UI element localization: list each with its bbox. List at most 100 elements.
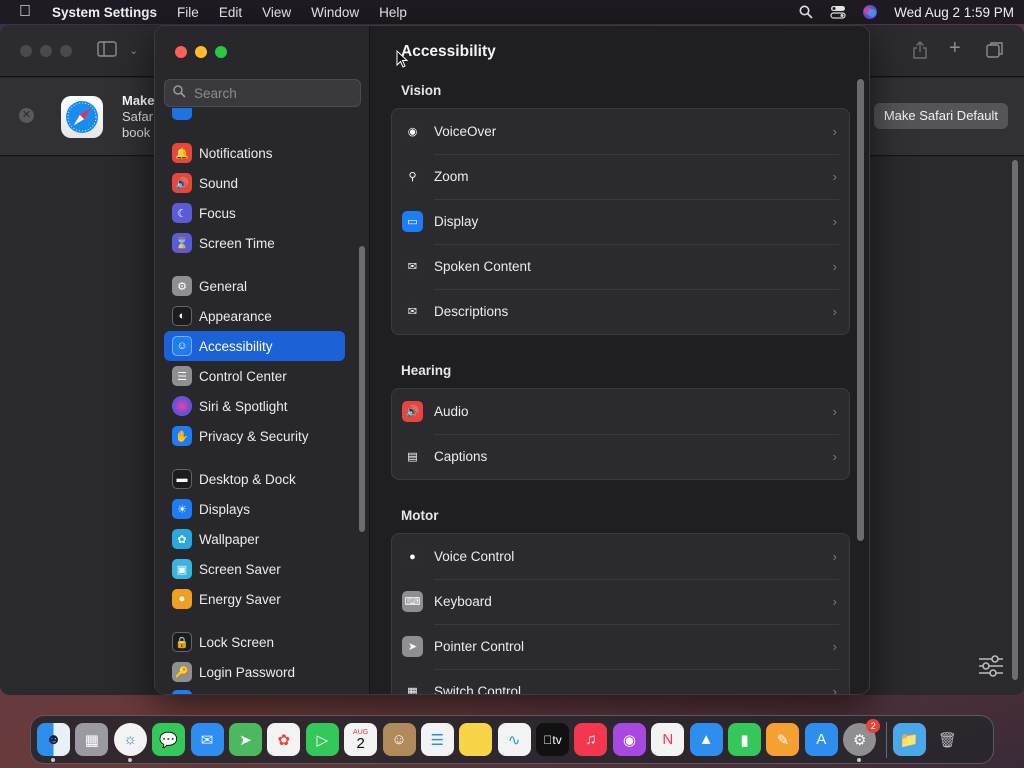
menu-view[interactable]: View [262, 5, 291, 20]
settings-icon[interactable]: ⚙ 2 [843, 719, 881, 762]
keynote-icon[interactable]: ▲ [689, 723, 723, 756]
sidebar-item-label: Control Center [199, 368, 287, 384]
finder-icon[interactable]: ☻ [37, 723, 70, 762]
sidebar-item-general[interactable]: ⚙ General [164, 271, 345, 301]
appstore-icon[interactable]: A [804, 723, 838, 756]
row-captions[interactable]: ▤ Captions › [392, 434, 849, 479]
menu-window[interactable]: Window [311, 5, 359, 20]
search-icon [173, 85, 186, 101]
minimize-button[interactable] [195, 46, 207, 58]
zoom-button[interactable] [215, 46, 227, 58]
person-lock-icon: 🔑 [172, 662, 192, 682]
sidebar-item-focus[interactable]: ☾ Focus [164, 198, 345, 228]
banner-close-icon[interactable]: ✕ [19, 108, 34, 123]
sidebar-item-appearance[interactable]: ◐ Appearance [164, 301, 345, 331]
numbers-icon[interactable]: ▮ [728, 723, 762, 756]
row-voiceover[interactable]: ◉ VoiceOver › [392, 109, 849, 154]
row-switch-control[interactable]: ▦ Switch Control › [392, 669, 849, 694]
sidebar-item-control-center[interactable]: ☰ Control Center [164, 361, 345, 391]
menu-edit[interactable]: Edit [219, 5, 242, 20]
podcasts-icon[interactable]: ◉ [612, 723, 646, 756]
trash-icon[interactable]: 🗑 [931, 723, 964, 756]
safari-scrollbar[interactable] [1012, 160, 1018, 680]
zoom-button[interactable] [60, 45, 72, 57]
contacts-icon[interactable]: ☺ [382, 723, 416, 756]
hourglass-icon: ⌛ [172, 233, 192, 253]
sidebar-item-sound[interactable]: 🔊 Sound [164, 168, 345, 198]
customize-icon[interactable] [978, 655, 1004, 680]
facetime-icon[interactable]: ▷ [305, 723, 339, 756]
sidebar-item-siri-spotlight[interactable]: Siri & Spotlight [164, 391, 345, 421]
sidebar-item-label: Displays [199, 501, 251, 517]
make-safari-default-button[interactable]: Make Safari Default [873, 103, 1008, 129]
row-pointer-control[interactable]: ➤ Pointer Control › [392, 624, 849, 669]
bell-icon: 🔔 [172, 143, 192, 163]
menu-file[interactable]: File [177, 5, 199, 20]
sidebar-item-notifications[interactable]: 🔔 Notifications [164, 138, 345, 168]
row-audio[interactable]: 🔊 Audio › [392, 389, 849, 434]
notes-icon[interactable] [459, 723, 493, 756]
sidebar-item-accessibility[interactable]: ☺ Accessibility [164, 331, 345, 361]
new-tab-icon[interactable]: + [949, 37, 961, 60]
launchpad-icon[interactable]: ▦ [75, 723, 109, 756]
sidebar-item-login-password[interactable]: 🔑 Login Password [164, 657, 345, 687]
row-voice-control[interactable]: ● Voice Control › [392, 534, 849, 579]
hearing-group: 🔊 Audio › ▤ Captions › [391, 388, 850, 480]
row-keyboard[interactable]: ⌨ Keyboard › [392, 579, 849, 624]
tab-overview-icon[interactable] [986, 41, 1004, 64]
news-icon[interactable]: N [651, 723, 685, 756]
messages-icon[interactable]: 💬 [152, 723, 186, 756]
folder-icon[interactable]: 📁 [892, 723, 926, 756]
sidebar-item-desktop-dock[interactable]: ▬ Desktop & Dock [164, 464, 345, 494]
sidebar-item-label: Focus [199, 205, 236, 221]
sidebar-toggle-icon[interactable] [97, 41, 117, 62]
row-spoken-content[interactable]: ✉ Spoken Content › [392, 244, 849, 289]
sidebar-item-screen-saver[interactable]: ▣ Screen Saver [164, 554, 345, 584]
tv-icon[interactable]: tv [536, 723, 570, 756]
menu-clock[interactable]: Wed Aug 2 1:59 PM [894, 5, 1014, 20]
music-icon[interactable]: ♫ [574, 723, 608, 756]
calendar-icon[interactable]: AUG 2 [344, 723, 378, 756]
row-label: Keyboard [434, 594, 492, 609]
chevron-right-icon: › [832, 304, 837, 319]
sidebar-scrollbar[interactable] [359, 246, 365, 532]
freeform-icon[interactable]: ∿ [497, 723, 531, 756]
row-display[interactable]: ▭ Display › [392, 199, 849, 244]
sun-icon: ☀ [172, 499, 192, 519]
safari-icon[interactable]: ☼ [113, 723, 147, 762]
sidebar-item-label: Wallpaper [199, 531, 260, 547]
row-descriptions[interactable]: ✉ Descriptions › [392, 289, 849, 334]
menu-help[interactable]: Help [379, 5, 407, 20]
sidebar-item-privacy-security[interactable]: ✋ Privacy & Security [164, 421, 345, 451]
photos-icon[interactable]: ✿ [267, 723, 301, 756]
switches-icon: ☰ [172, 366, 192, 386]
chevron-down-icon[interactable]: ⌄ [129, 44, 138, 57]
apple-icon[interactable]:  [10, 3, 40, 21]
sidebar-item-displays[interactable]: ☀ Displays [164, 494, 345, 524]
share-icon[interactable] [912, 41, 928, 64]
close-button[interactable] [175, 46, 187, 58]
screensaver-icon: ▣ [172, 559, 192, 579]
siri-icon [172, 396, 192, 416]
tv-label: tv [547, 732, 561, 747]
sidebar-item-lock-screen[interactable]: 🔒 Lock Screen [164, 627, 345, 657]
spotlight-icon[interactable] [798, 4, 814, 20]
sidebar-item-energy-saver[interactable]: ● Energy Saver [164, 584, 345, 614]
control-center-icon[interactable] [830, 4, 846, 20]
sidebar: Search 🔔 Notifications 🔊 Sound ☾ Focus ⌛… [155, 26, 370, 694]
chevron-right-icon: › [832, 449, 837, 464]
pages-icon[interactable]: ✎ [766, 723, 800, 756]
siri-icon[interactable] [862, 4, 878, 20]
section-title-motor: Motor [401, 508, 439, 523]
maps-icon[interactable]: ➤ [228, 723, 262, 756]
reminders-icon[interactable]: ☰ [420, 723, 454, 756]
search-field[interactable]: Search [164, 79, 361, 107]
close-button[interactable] [20, 45, 32, 57]
mail-icon[interactable]: ✉ [190, 723, 224, 756]
menu-app-name[interactable]: System Settings [52, 5, 157, 20]
sidebar-item-wallpaper[interactable]: ✿ Wallpaper [164, 524, 345, 554]
sidebar-item-screen-time[interactable]: ⌛ Screen Time [164, 228, 345, 258]
main-scrollbar[interactable] [857, 79, 864, 541]
minimize-button[interactable] [40, 45, 52, 57]
row-zoom[interactable]: ⚲ Zoom › [392, 154, 849, 199]
